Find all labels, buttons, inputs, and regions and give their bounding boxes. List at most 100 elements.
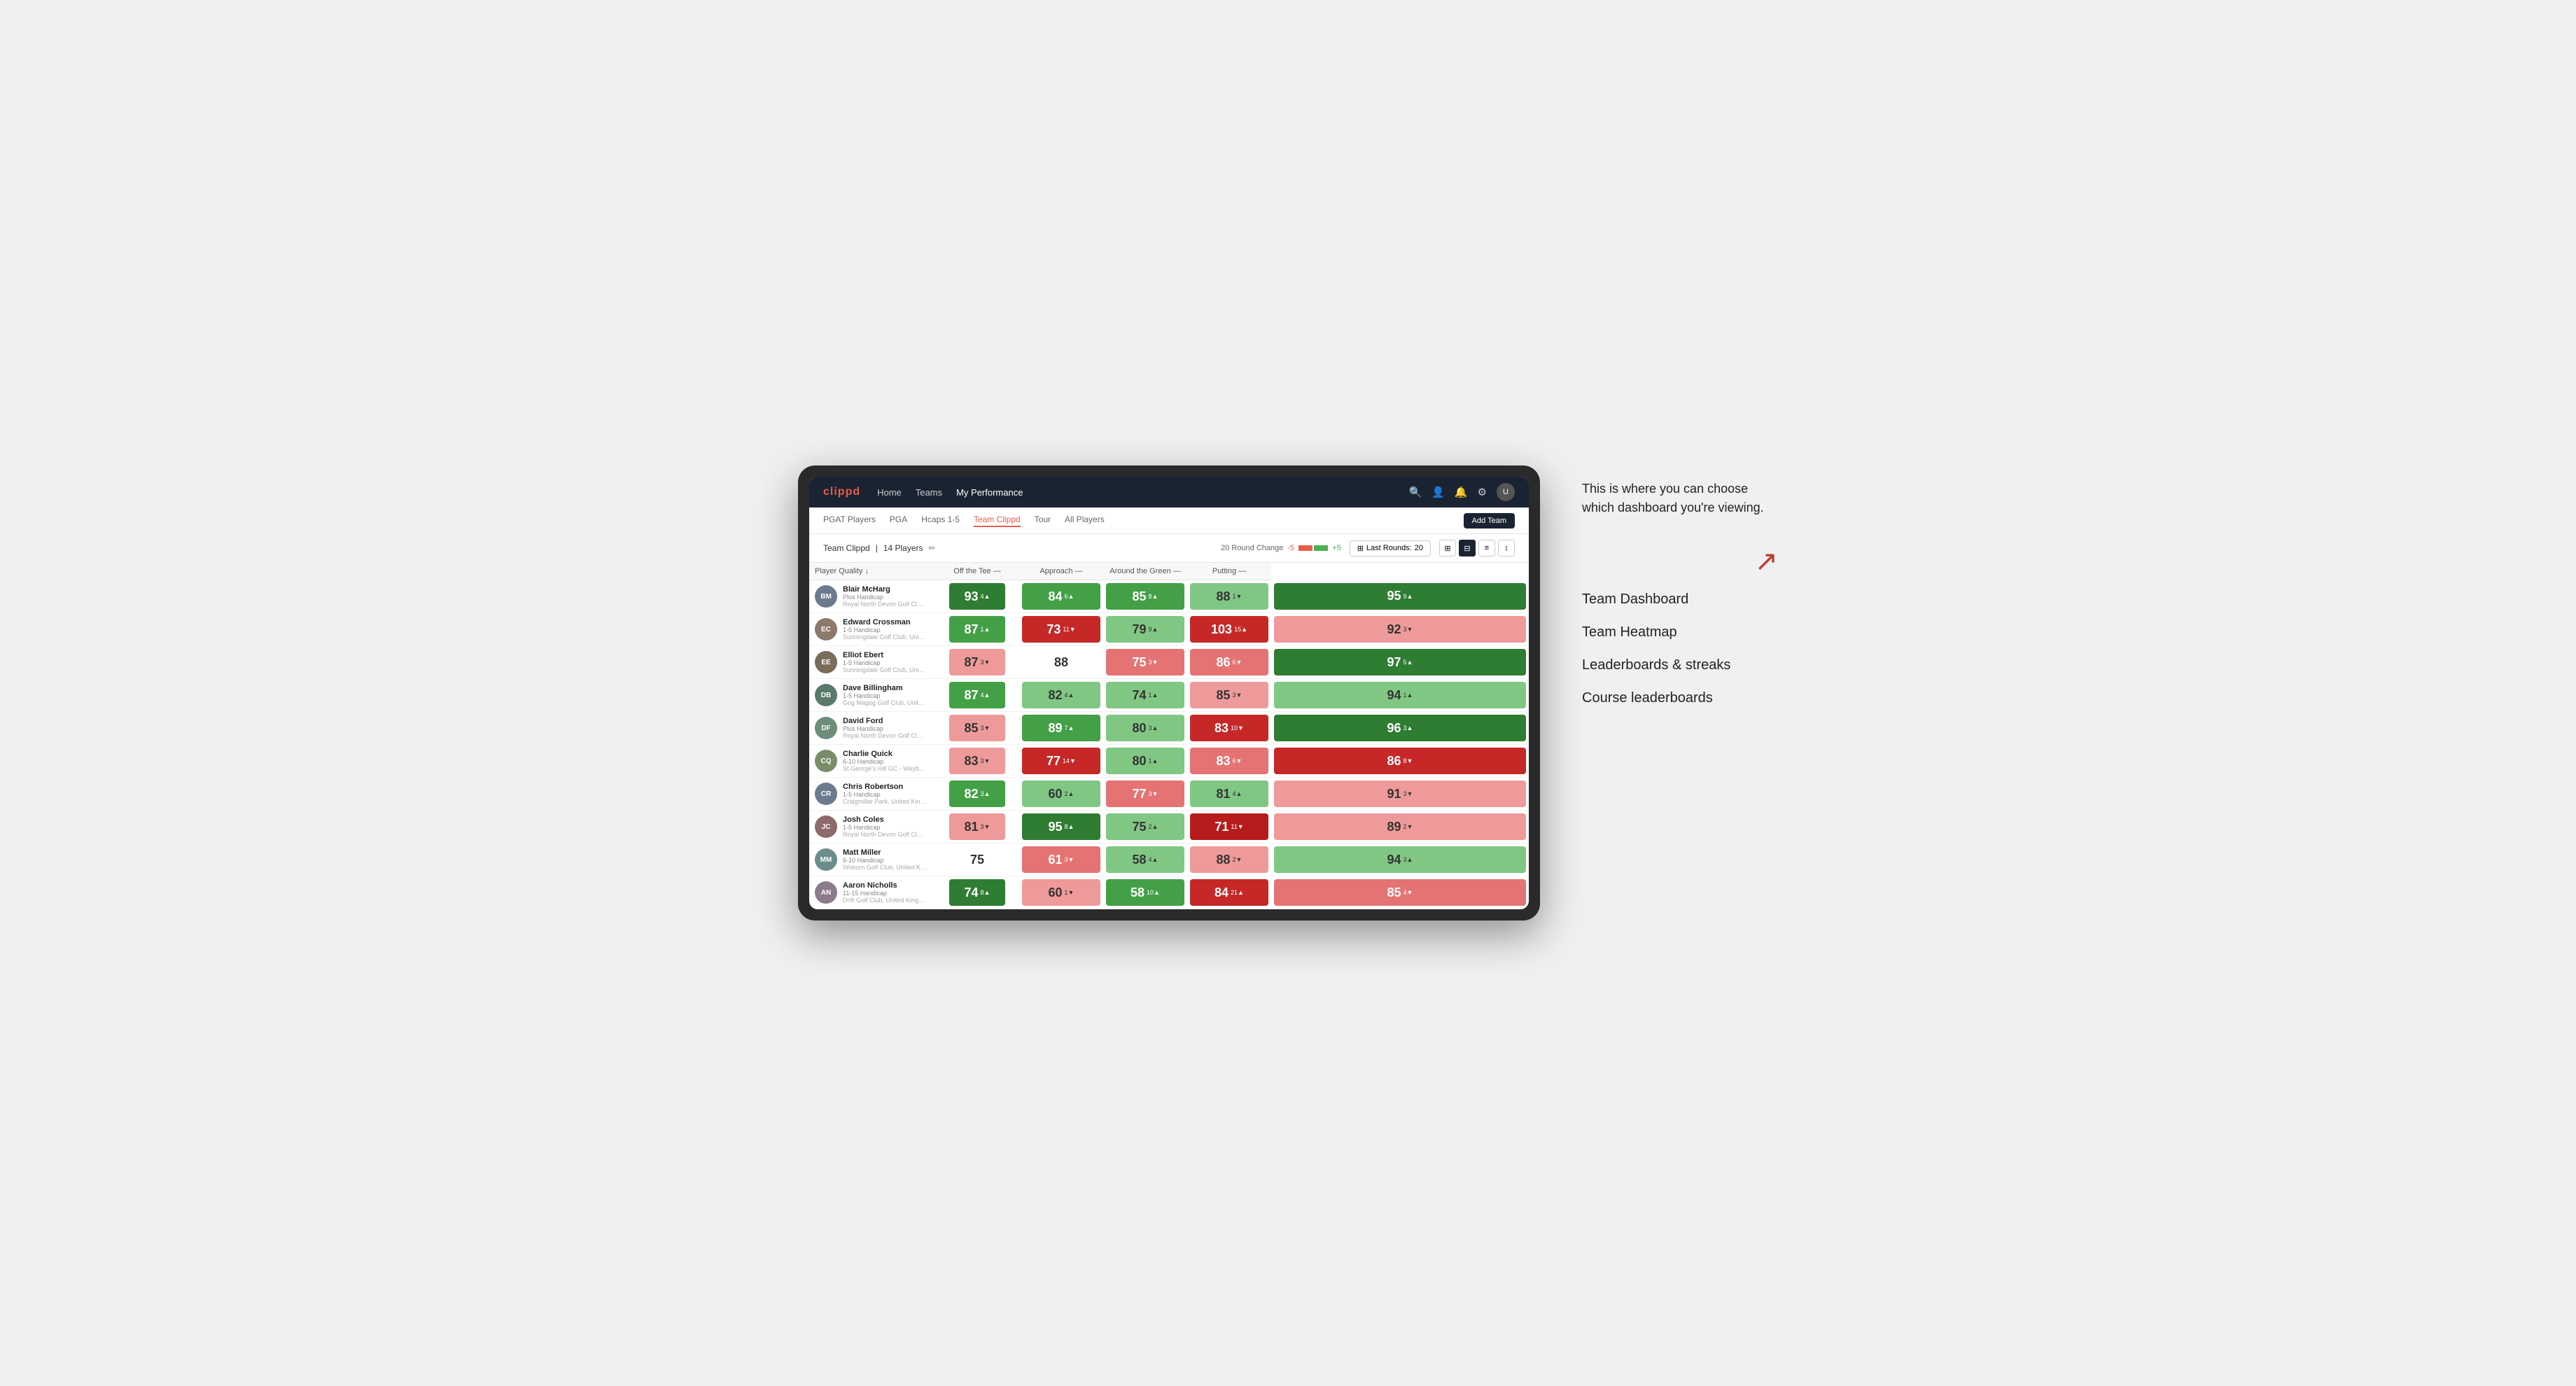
- score-cell-putting: 97 5▲: [1271, 646, 1529, 679]
- nav-teams[interactable]: Teams: [916, 484, 942, 500]
- team-count: 14 Players: [883, 543, 923, 553]
- score-value: 89: [1387, 820, 1401, 834]
- user-icon[interactable]: 👤: [1432, 486, 1445, 498]
- annotation-intro: This is where you can choose which dashb…: [1582, 479, 1778, 517]
- player-cell[interactable]: CQ Charlie Quick 6-10 Handicap St George…: [809, 746, 935, 776]
- score-value: 83: [1217, 754, 1231, 769]
- score-box: 73 11▼: [1022, 616, 1100, 643]
- player-cell[interactable]: JC Josh Coles 1-5 Handicap Royal North D…: [809, 811, 935, 842]
- edit-icon[interactable]: ✏: [929, 543, 936, 553]
- score-box: 94 1▲: [1274, 682, 1526, 708]
- tablet-screen: clippd Home Teams My Performance 🔍 👤 🔔 ⚙…: [809, 477, 1529, 909]
- score-cell-quality: 87 3▼: [935, 646, 1019, 679]
- player-handicap: 1-5 Handicap: [843, 659, 930, 666]
- avatar[interactable]: U: [1497, 483, 1515, 501]
- col-approach[interactable]: Approach —: [1019, 563, 1103, 580]
- score-cell-putting: 94 1▲: [1271, 679, 1529, 712]
- team-name: Team Clippd: [823, 543, 870, 553]
- sub-nav: PGAT Players PGA Hcaps 1-5 Team Clippd T…: [809, 507, 1529, 534]
- score-value: 79: [1133, 622, 1147, 637]
- round-change: 20 Round Change -5 +5: [1221, 544, 1341, 552]
- bar-green: [1314, 545, 1328, 551]
- score-cell-off_tee: 88: [1019, 646, 1103, 679]
- player-name: Aaron Nicholls: [843, 881, 930, 890]
- score-value: 88: [1217, 853, 1231, 867]
- tab-all-players[interactable]: All Players: [1065, 514, 1105, 527]
- player-handicap: Plus Handicap: [843, 725, 930, 732]
- score-box: 86 8▼: [1274, 748, 1526, 774]
- score-value: 88: [1054, 655, 1068, 670]
- score-box: 96 3▲: [1274, 715, 1526, 741]
- score-value: 77: [1133, 787, 1147, 802]
- nav-my-performance[interactable]: My Performance: [956, 484, 1023, 500]
- score-box-quality: 93 4▲: [949, 583, 1005, 610]
- table-row: BM Blair McHarg Plus Handicap Royal Nort…: [809, 580, 1529, 613]
- player-cell[interactable]: MM Matt Miller 6-10 Handicap Woburn Golf…: [809, 844, 935, 875]
- list-view-button[interactable]: ≡: [1478, 540, 1495, 556]
- last-rounds-button[interactable]: ⊞ Last Rounds: 20: [1350, 540, 1431, 556]
- player-name: David Ford: [843, 717, 930, 725]
- score-value: 60: [1049, 787, 1063, 802]
- score-value: 89: [1049, 721, 1063, 736]
- score-box: 77 14▼: [1022, 748, 1100, 774]
- score-value: 85: [1133, 589, 1147, 604]
- player-avatar: DF: [815, 717, 837, 739]
- score-value-quality: 74: [965, 886, 979, 900]
- player-handicap: 1-5 Handicap: [843, 692, 930, 699]
- score-cell-off_tee: 77 14▼: [1019, 745, 1103, 778]
- settings-icon[interactable]: ⚙: [1478, 486, 1487, 498]
- player-cell[interactable]: BM Blair McHarg Plus Handicap Royal Nort…: [809, 581, 935, 612]
- bell-icon[interactable]: 🔔: [1455, 486, 1468, 498]
- score-value: 75: [1133, 655, 1147, 670]
- player-avatar: AN: [815, 881, 837, 904]
- score-cell-putting: 86 8▼: [1271, 745, 1529, 778]
- score-box-quality: 82 3▲: [949, 780, 1005, 807]
- score-cell-quality: 87 1▲: [935, 613, 1019, 646]
- table-row: AN Aaron Nicholls 11-15 Handicap Drift G…: [809, 876, 1529, 909]
- nav-home[interactable]: Home: [877, 484, 902, 500]
- col-putting[interactable]: Putting —: [1187, 563, 1271, 580]
- score-cell-quality: 81 3▼: [935, 811, 1019, 844]
- score-box: 79 9▲: [1106, 616, 1184, 643]
- last-rounds-label: Last Rounds:: [1366, 544, 1412, 552]
- player-cell[interactable]: DB Dave Billingham 1-5 Handicap Gog Mago…: [809, 680, 935, 710]
- outer-container: clippd Home Teams My Performance 🔍 👤 🔔 ⚙…: [798, 465, 1778, 920]
- score-box: 95 9▲: [1274, 583, 1526, 610]
- player-club: Craigmillar Park, United Kingdom: [843, 798, 927, 805]
- score-cell-putting: 92 3▼: [1271, 613, 1529, 646]
- score-value: 77: [1046, 754, 1060, 769]
- col-off-tee[interactable]: Off the Tee —: [935, 563, 1019, 580]
- tab-tour[interactable]: Tour: [1035, 514, 1051, 527]
- annotation-panel: This is where you can choose which dashb…: [1582, 465, 1778, 706]
- score-value: 95: [1387, 589, 1401, 603]
- team-controls: 20 Round Change -5 +5 ⊞ Last Rounds: 20: [1221, 540, 1515, 556]
- player-avatar: CR: [815, 783, 837, 805]
- table-row: JC Josh Coles 1-5 Handicap Royal North D…: [809, 811, 1529, 844]
- grid-view-button[interactable]: ⊞: [1439, 540, 1456, 556]
- score-cell-approach: 58 4▲: [1103, 844, 1187, 876]
- player-cell[interactable]: EC Edward Crossman 1-5 Handicap Sunningd…: [809, 614, 935, 645]
- player-cell[interactable]: AN Aaron Nicholls 11-15 Handicap Drift G…: [809, 877, 935, 908]
- player-info: Dave Billingham 1-5 Handicap Gog Magog G…: [843, 684, 930, 706]
- player-cell[interactable]: CR Chris Robertson 1-5 Handicap Craigmil…: [809, 778, 935, 809]
- score-cell-approach: 85 8▲: [1103, 580, 1187, 613]
- tab-pga[interactable]: PGA: [890, 514, 907, 527]
- player-info: Chris Robertson 1-5 Handicap Craigmillar…: [843, 783, 930, 805]
- team-info: Team Clippd | 14 Players ✏: [823, 543, 936, 553]
- tab-pgat[interactable]: PGAT Players: [823, 514, 876, 527]
- player-avatar: MM: [815, 848, 837, 871]
- table-row: CQ Charlie Quick 6-10 Handicap St George…: [809, 745, 1529, 778]
- score-value: 96: [1387, 721, 1401, 736]
- tab-hcaps[interactable]: Hcaps 1-5: [921, 514, 960, 527]
- player-name: Dave Billingham: [843, 684, 930, 692]
- heatmap-view-button[interactable]: ⊟: [1459, 540, 1476, 556]
- team-separator: |: [876, 543, 878, 553]
- player-cell[interactable]: DF David Ford Plus Handicap Royal North …: [809, 713, 935, 743]
- col-around-green[interactable]: Around the Green —: [1103, 563, 1187, 580]
- sort-button[interactable]: ↕: [1498, 540, 1515, 556]
- annotation-list: Team Dashboard Team Heatmap Leaderboards…: [1582, 592, 1778, 706]
- tab-team-clippd[interactable]: Team Clippd: [974, 514, 1021, 527]
- player-cell[interactable]: EE Elliot Ebert 1-5 Handicap Sunningdale…: [809, 647, 935, 678]
- add-team-button[interactable]: Add Team: [1464, 513, 1515, 528]
- search-icon[interactable]: 🔍: [1408, 486, 1422, 498]
